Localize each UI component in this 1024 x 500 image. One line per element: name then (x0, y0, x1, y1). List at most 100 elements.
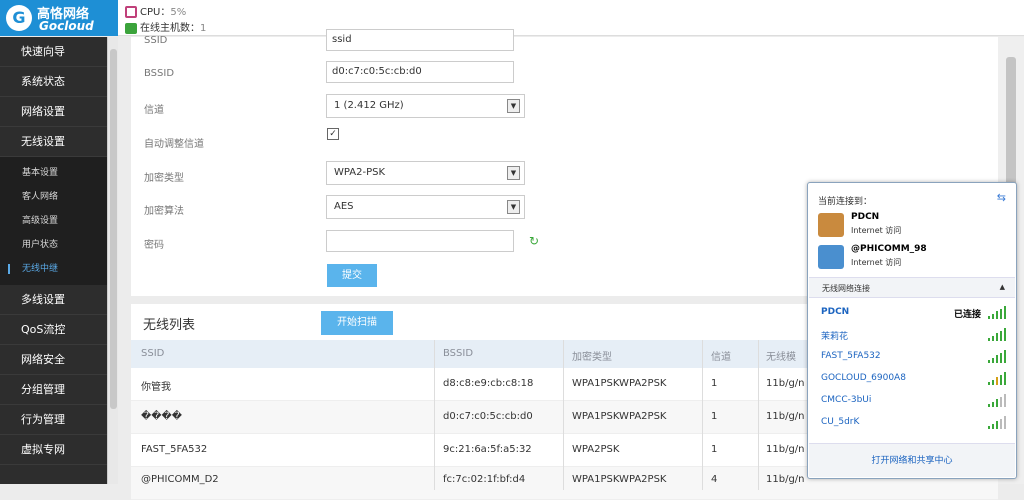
cell-mode: 11b/g/n (766, 378, 805, 389)
cpu-chip-icon (125, 6, 137, 18)
cell-channel: 1 (711, 378, 718, 389)
start-scan-button[interactable]: 开始扫描 (321, 311, 393, 335)
encryption-type-select[interactable]: WPA2-PSK ▼ (326, 161, 525, 185)
password-label: 密码 (144, 240, 164, 251)
wifi-name: FAST_5FA532 (821, 351, 881, 361)
auto-channel-checkbox[interactable]: ✓ (327, 128, 339, 140)
sidebar-item-wireless-settings[interactable]: 无线设置 (0, 127, 107, 157)
dropdown-arrow-icon: ▼ (507, 166, 520, 180)
brand-logo[interactable]: G 高恪网络 Gocloud (0, 0, 118, 36)
main-scroll-thumb[interactable] (1006, 57, 1016, 189)
auto-channel-label: 自动调整信道 (144, 139, 204, 150)
sidebar-item-group-management[interactable]: 分组管理 (0, 375, 107, 405)
column-header-mode: 无线模 (766, 352, 796, 363)
cell-encryption: WPA1PSKWPA2PSK (572, 411, 667, 422)
column-header-channel: 信道 (711, 352, 731, 363)
wifi-name: CU_5drK (821, 417, 860, 427)
cell-bssid: d0:c7:c0:5c:cb:d0 (443, 411, 533, 422)
sidebar-item-security[interactable]: 网络安全 (0, 345, 107, 375)
cell-channel: 4 (711, 474, 718, 485)
submenu-item-advanced[interactable]: 高级设置 (0, 209, 107, 233)
submenu-item-guest-network[interactable]: 客人网络 (0, 185, 107, 209)
network-connections-popup: 当前连接到： ⇆ PDCN Internet 访问 @PHICOMM_98 In… (807, 182, 1017, 479)
cell-bssid: fc:7c:02:1f:bf:d4 (443, 474, 526, 485)
sidebar-item-multiline[interactable]: 多线设置 (0, 285, 107, 315)
bssid-label: BSSID (144, 68, 175, 79)
cell-encryption: WPA1PSKWPA2PSK (572, 378, 667, 389)
cell-channel: 1 (711, 411, 718, 422)
wifi-name: 茉莉花 (821, 332, 849, 342)
home-network-icon (818, 213, 844, 237)
wifi-name: CMCC-3bUi (821, 395, 872, 405)
cell-channel: 1 (711, 444, 718, 455)
hosts-label: 在线主机数： (140, 23, 200, 34)
collapse-caret-icon[interactable]: ▲ (1000, 283, 1005, 291)
connection-status: Internet 访问 (851, 258, 902, 267)
sidebar-item-vpn[interactable]: 虚拟专网 (0, 435, 107, 465)
cell-ssid: @PHICOMM_D2 (141, 474, 219, 485)
sidebar-scrollbar[interactable] (107, 37, 118, 484)
connection-item[interactable]: PDCN Internet 访问 (818, 211, 1008, 241)
sidebar-item-behavior-management[interactable]: 行为管理 (0, 405, 107, 435)
network-refresh-icon[interactable]: ⇆ (997, 191, 1006, 204)
ssid-label: SSID (144, 35, 168, 46)
sidebar-nav: 快速向导 系统状态 网络设置 无线设置 基本设置 客人网络 高级设置 用户状态 … (0, 37, 107, 484)
cell-ssid: FAST_5FA532 (141, 444, 208, 455)
host-monitor-icon (125, 22, 137, 34)
submit-button[interactable]: 提交 (327, 264, 377, 287)
wifi-network-item[interactable]: CMCC-3bUi (821, 392, 1006, 410)
sidebar-item-system-status[interactable]: 系统状态 (0, 67, 107, 97)
encryption-algo-label: 加密算法 (144, 206, 184, 217)
sidebar-item-qos[interactable]: QoS流控 (0, 315, 107, 345)
wifi-network-item[interactable]: 茉莉花 (821, 326, 1006, 344)
brand-name-en: Gocloud (39, 19, 94, 33)
wifi-network-item[interactable]: FAST_5FA532 (821, 348, 1006, 366)
wifi-name: PDCN (821, 307, 850, 317)
wireless-section-header[interactable]: 无线网络连接 ▲ (809, 277, 1015, 298)
wifi-network-item[interactable]: PDCN 已连接 (821, 304, 1006, 322)
column-divider (702, 340, 703, 490)
column-divider (434, 340, 435, 490)
encryption-algo-value: AES (334, 201, 354, 212)
encryption-algo-select[interactable]: AES ▼ (326, 195, 525, 219)
wifi-secured-signal-icon (988, 372, 1006, 385)
submenu-item-basic[interactable]: 基本设置 (0, 161, 107, 185)
channel-select[interactable]: 1 (2.412 GHz) ▼ (326, 94, 525, 118)
wifi-network-item[interactable]: CU_5drK (821, 414, 1006, 432)
column-divider (758, 340, 759, 490)
refresh-icon[interactable]: ↻ (529, 234, 539, 248)
cell-ssid: 你管我 (141, 382, 171, 393)
connection-status: Internet 访问 (851, 226, 902, 235)
column-divider (563, 340, 564, 490)
online-hosts-status: 在线主机数：1 (125, 19, 206, 34)
bssid-input[interactable]: d0:c7:c0:5c:cb:d0 (326, 61, 514, 83)
password-input[interactable] (326, 230, 514, 252)
encryption-type-label: 加密类型 (144, 173, 184, 184)
channel-value: 1 (2.412 GHz) (334, 100, 404, 111)
open-network-sharing-center-link[interactable]: 打开网络和共享中心 (809, 443, 1015, 477)
column-header-ssid: SSID (141, 348, 165, 359)
cell-bssid: d8:c8:e9:cb:c8:18 (443, 378, 534, 389)
encryption-type-value: WPA2-PSK (334, 167, 386, 178)
wireless-list-title: 无线列表 (143, 318, 196, 333)
cpu-label: CPU： (140, 7, 171, 18)
popup-header: 当前连接到： (818, 197, 873, 207)
submenu-item-wireless-relay[interactable]: 无线中继 (0, 257, 107, 281)
connection-name: PDCN (851, 212, 880, 222)
sidebar-item-network-settings[interactable]: 网络设置 (0, 97, 107, 127)
cell-encryption: WPA1PSKWPA2PSK (572, 474, 667, 485)
sidebar-scroll-thumb[interactable] (110, 49, 117, 409)
cell-mode: 11b/g/n (766, 444, 805, 455)
connection-item[interactable]: @PHICOMM_98 Internet 访问 (818, 243, 1008, 273)
channel-label: 信道 (144, 105, 164, 116)
hosts-value: 1 (200, 23, 207, 34)
ssid-input[interactable]: ssid (326, 29, 514, 51)
sidebar-item-quick-wizard[interactable]: 快速向导 (0, 37, 107, 67)
submenu-item-user-status[interactable]: 用户状态 (0, 233, 107, 257)
wifi-signal-icon (988, 350, 1006, 363)
wifi-signal-icon (988, 306, 1006, 319)
dropdown-arrow-icon: ▼ (507, 99, 520, 113)
wireless-submenu: 基本设置 客人网络 高级设置 用户状态 无线中继 (0, 157, 107, 285)
wifi-network-item[interactable]: GOCLOUD_6900A8 (821, 370, 1006, 388)
public-network-icon (818, 245, 844, 269)
